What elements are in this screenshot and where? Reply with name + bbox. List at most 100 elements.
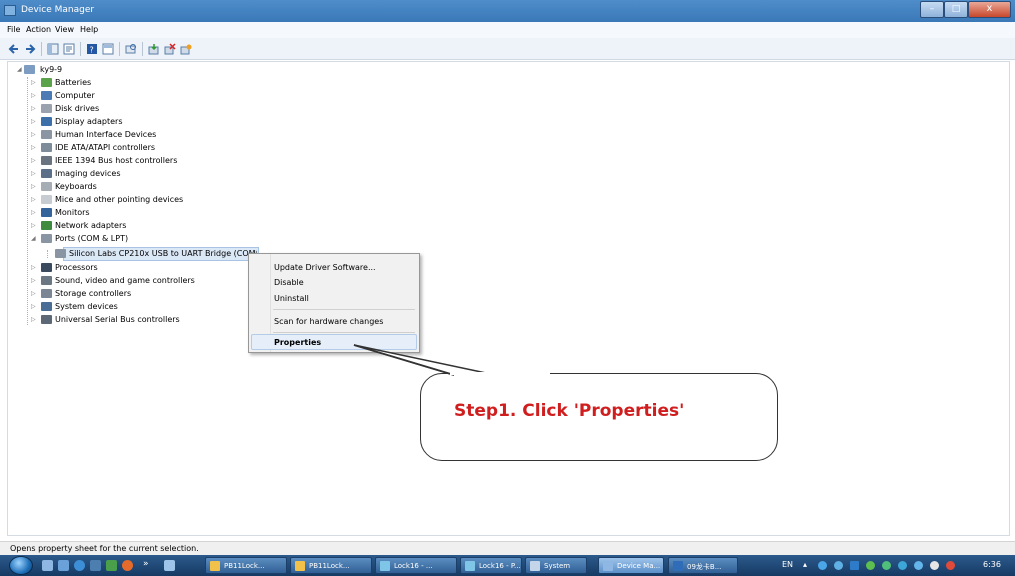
expand-arrow-icon[interactable]: ▷ — [31, 222, 36, 229]
task-button[interactable]: PB11Lock... — [290, 557, 372, 574]
task-button[interactable]: System — [525, 557, 587, 574]
tree-item-network[interactable]: ▷ Network adapters — [31, 220, 231, 233]
help-icon[interactable]: ? — [86, 43, 98, 55]
menu-item-disable[interactable]: Disable — [274, 278, 304, 287]
quicklaunch-app-icon[interactable] — [106, 560, 117, 571]
quicklaunch-media-icon[interactable] — [90, 560, 101, 571]
task-button[interactable]: Lock16 - P... — [460, 557, 522, 574]
expand-arrow-icon[interactable]: ▷ — [31, 118, 36, 125]
tray-flag-icon[interactable] — [930, 561, 939, 570]
tree-item-ieee1394[interactable]: ▷ IEEE 1394 Bus host controllers — [31, 155, 231, 168]
tree-item-cp210x[interactable]: Silicon Labs CP210x USB to UART Bridge (… — [51, 248, 259, 261]
tree-item-disk-drives[interactable]: ▷ Disk drives — [31, 103, 231, 116]
tree-item-imaging[interactable]: ▷ Imaging devices — [31, 168, 231, 181]
tree-item-display-adapters[interactable]: ▷ Display adapters — [31, 116, 231, 129]
tree-item-system[interactable]: ▷ System devices — [31, 301, 231, 314]
forward-icon[interactable] — [24, 43, 36, 55]
collapse-arrow-icon[interactable]: ◢ — [17, 66, 22, 73]
update-driver-icon[interactable] — [148, 43, 160, 55]
quicklaunch-overflow-icon[interactable]: » — [143, 559, 149, 569]
menu-bar: File Action View Help — [0, 22, 1015, 38]
tree-item-label: Human Interface Devices — [55, 130, 157, 139]
expand-arrow-icon[interactable]: ▷ — [31, 196, 36, 203]
tree-item-label: Network adapters — [55, 221, 127, 230]
expand-arrow-icon[interactable]: ▷ — [31, 92, 36, 99]
task-button-device-manager[interactable]: Device Ma... — [598, 557, 664, 574]
toolbar-separator — [119, 42, 120, 56]
expand-arrow-icon[interactable]: ▷ — [31, 183, 36, 190]
expand-arrow-icon[interactable]: ▷ — [31, 303, 36, 310]
tree-item-storage[interactable]: ▷ Storage controllers — [31, 288, 231, 301]
tray-expand-icon[interactable]: ▴ — [803, 560, 807, 569]
menu-item-uninstall[interactable]: Uninstall — [274, 294, 309, 303]
tray-update-icon[interactable] — [914, 561, 923, 570]
expand-arrow-icon[interactable]: ▷ — [31, 131, 36, 138]
menu-action[interactable]: Action — [26, 25, 51, 34]
svg-text:?: ? — [90, 46, 94, 55]
tree-item-usb[interactable]: ▷ Universal Serial Bus controllers — [31, 314, 241, 327]
tree-item-ports[interactable]: ◢ Ports (COM & LPT) — [31, 233, 231, 246]
quicklaunch-explorer-icon[interactable] — [58, 560, 69, 571]
expand-arrow-icon[interactable]: ▷ — [31, 316, 36, 323]
start-button[interactable] — [9, 556, 33, 575]
expand-arrow-icon[interactable]: ▷ — [31, 264, 36, 271]
menu-file[interactable]: File — [7, 25, 20, 34]
toolbar: ? — [0, 38, 1015, 60]
tree-item-keyboards[interactable]: ▷ Keyboards — [31, 181, 231, 194]
close-button[interactable]: x — [968, 1, 1011, 18]
tree-item-hid[interactable]: ▷ Human Interface Devices — [31, 129, 231, 142]
expand-arrow-icon[interactable]: ▷ — [31, 290, 36, 297]
view-icon[interactable] — [102, 43, 114, 55]
menu-item-properties[interactable]: Properties — [274, 338, 321, 347]
tree-item-sound[interactable]: ▷ Sound, video and game controllers — [31, 275, 241, 288]
tray-volume-icon[interactable] — [946, 561, 955, 570]
quicklaunch-browser-icon[interactable] — [74, 560, 85, 571]
back-icon[interactable] — [8, 43, 20, 55]
tray-sync-icon[interactable] — [898, 561, 907, 570]
uninstall-icon[interactable] — [164, 43, 176, 55]
app-icon — [465, 561, 475, 571]
tree-item-computer[interactable]: ▷ Computer — [31, 90, 231, 103]
task-button[interactable]: Lock16 - ... — [375, 557, 457, 574]
title-bar: Device Manager – □ x — [0, 0, 1015, 22]
clock[interactable]: 6:36 — [983, 560, 1001, 569]
properties-toolbar-icon[interactable] — [63, 43, 75, 55]
expand-arrow-icon[interactable]: ▷ — [31, 209, 36, 216]
tree-item-ide[interactable]: ▷ IDE ATA/ATAPI controllers — [31, 142, 231, 155]
task-button[interactable]: PB11Lock... — [205, 557, 287, 574]
expand-arrow-icon[interactable]: ▷ — [31, 105, 36, 112]
disable-device-icon[interactable] — [180, 43, 192, 55]
tray-chat-icon[interactable] — [882, 561, 891, 570]
collapse-arrow-icon[interactable]: ◢ — [31, 235, 36, 242]
quicklaunch-desktop-icon[interactable] — [42, 560, 53, 571]
status-bar: Opens property sheet for the current sel… — [0, 541, 1015, 555]
expand-arrow-icon[interactable]: ▷ — [31, 277, 36, 284]
menu-view[interactable]: View — [55, 25, 74, 34]
tray-network-icon[interactable] — [818, 561, 827, 570]
tree-item-monitors[interactable]: ▷ Monitors — [31, 207, 231, 220]
maximize-button[interactable]: □ — [944, 1, 968, 18]
device-manager-icon — [603, 561, 613, 571]
tray-monitor-icon[interactable] — [850, 561, 859, 570]
tray-app-icon[interactable] — [834, 561, 843, 570]
tree-item-batteries[interactable]: ▷ Batteries — [31, 77, 231, 90]
show-desktop-icon[interactable] — [164, 560, 175, 571]
tree-item-processors[interactable]: ▷ Processors — [31, 262, 231, 275]
tree-item-mice[interactable]: ▷ Mice and other pointing devices — [31, 194, 251, 207]
tray-security-icon[interactable] — [866, 561, 875, 570]
minimize-button[interactable]: – — [920, 1, 944, 18]
expand-arrow-icon[interactable]: ▷ — [31, 144, 36, 151]
quicklaunch-app2-icon[interactable] — [122, 560, 133, 571]
tree-root[interactable]: ◢ ky9-9 — [17, 64, 97, 77]
expand-arrow-icon[interactable]: ▷ — [31, 79, 36, 86]
expand-arrow-icon[interactable]: ▷ — [31, 170, 36, 177]
language-indicator[interactable]: EN — [782, 560, 793, 569]
tree-item-label: Ports (COM & LPT) — [55, 234, 129, 243]
menu-item-scan-hardware[interactable]: Scan for hardware changes — [274, 317, 383, 326]
show-hide-tree-icon[interactable] — [47, 43, 59, 55]
task-button[interactable]: 09龙卡B... — [668, 557, 738, 574]
menu-help[interactable]: Help — [80, 25, 98, 34]
scan-hardware-icon[interactable] — [125, 43, 137, 55]
menu-item-update-driver[interactable]: Update Driver Software... — [274, 263, 376, 272]
expand-arrow-icon[interactable]: ▷ — [31, 157, 36, 164]
